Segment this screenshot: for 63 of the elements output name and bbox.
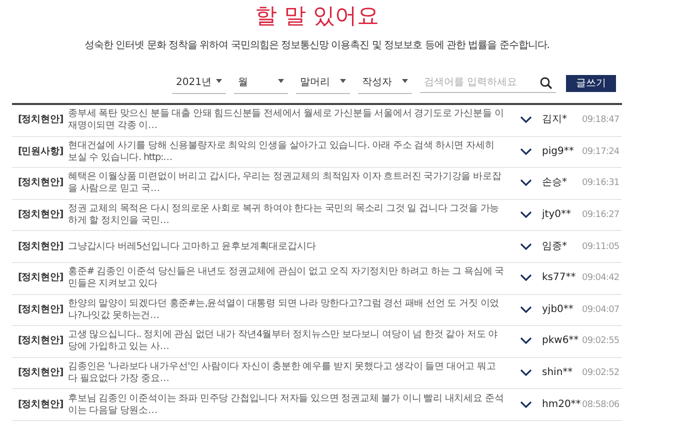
post-time: 09:04:42 — [582, 272, 620, 284]
filter-dropdown[interactable]: 월 — [234, 75, 288, 94]
post-time: 09:16:27 — [582, 209, 620, 222]
caret-down-icon — [216, 79, 222, 84]
filter-dropdown[interactable]: 작성자 — [358, 75, 412, 94]
search-field[interactable]: 검색어를 입력하세요 — [420, 75, 556, 93]
category-label: [정치현안] — [18, 272, 64, 284]
category-label: [정치현안] — [18, 209, 64, 222]
chevron-down-icon[interactable] — [520, 242, 532, 251]
author-name: yjb0** — [542, 304, 574, 316]
write-button[interactable]: 글쓰기 — [566, 75, 616, 92]
category-label: [민원사항] — [18, 146, 64, 158]
post-title-link[interactable]: 그냥갑시다 버레5선입니다 고마하고 윤후보계획대로갑시다 — [68, 240, 520, 253]
chevron-down-icon[interactable] — [520, 179, 532, 188]
notice-text: 성숙한 인터넷 문화 정착을 위하여 국민의힘은 정보통신망 이용촉진 및 정보보호 등에 관한 법률을 준수합니다. — [84, 40, 550, 51]
category-label: [정치현안] — [18, 114, 64, 126]
filter-dropdown[interactable]: 2021년 — [172, 75, 226, 94]
post-time: 09:18:47 — [582, 114, 620, 126]
author-name: pkw6** — [542, 335, 580, 348]
post-time: 09:02:52 — [582, 367, 620, 380]
post-time: 08:58:06 — [582, 398, 620, 411]
post-title-link[interactable]: 정권 교체의 목적은 다시 정의로운 사회로 복귀 하여야 한다는 국민의 목소리 그것 일 겁니다 그것을 가능 하게 할 정치인을 국민… — [68, 203, 520, 228]
author-name: 손승* — [542, 177, 568, 190]
chevron-down-icon[interactable] — [520, 116, 532, 124]
filter-dropdown[interactable]: 말머리 — [296, 75, 350, 94]
post-time: 09:02:55 — [582, 335, 620, 348]
post-title-link[interactable]: 혜택은 이월상품 미련없이 버리고 갑시다, 우리는 정권교체의 최적임자 이자 흐트러진 국가기강을 바로잡을 사람으로 믿고 국… — [68, 171, 520, 196]
caret-down-icon — [278, 79, 284, 84]
category-label: [정치현안] — [18, 335, 64, 348]
author-name: pig9** — [542, 146, 575, 158]
author-name: jty0** — [542, 209, 572, 222]
post-time: 09:04:07 — [582, 304, 620, 316]
category-label: [정치현안] — [18, 177, 64, 190]
search-icon[interactable] — [540, 76, 552, 88]
category-label: [정치현안] — [18, 304, 64, 316]
post-title-link[interactable]: 홍준# 김종인 이준석 당신들은 내년도 정권교체에 관심이 없고 오직 자기정치만 하려고 하는 그 욕심에 국민들은 지켜보고 있다 — [68, 266, 520, 290]
post-title-link[interactable]: 종부세 폭탄 맞으신 분들 대출 안돼 힘드신분들 전세에서 월세로 가신분들 서울에서 경기도로 가신분들 이재명이되면 각종 이… — [68, 108, 520, 132]
chevron-down-icon[interactable] — [520, 400, 532, 409]
chevron-down-icon[interactable] — [520, 369, 532, 378]
post-time: 09:16:31 — [582, 177, 620, 190]
post-title-link[interactable]: 김종인은 '나라보다 내가우선'인 사람이다 자신이 충분한 예우를 받지 못했다고 생각이 들면 대어고 뭐고 다 필요없다 가장 중요… — [68, 361, 520, 386]
chevron-down-icon[interactable] — [520, 306, 532, 314]
category-label: [정치현안] — [18, 240, 64, 253]
caret-down-icon — [340, 79, 346, 84]
chevron-down-icon[interactable] — [520, 148, 532, 156]
post-title-link[interactable]: 한양의 말양이 되겠다던 홍준#는,윤석열이 대통령 되면 나라 망한다고?그럼 경선 패배 선언 도 거짓 이었나?나잇값 못하는건… — [68, 298, 520, 322]
author-name: hm20** — [542, 398, 582, 411]
post-title-link[interactable]: 고생 많으십니다.. 정치에 관심 없던 내가 작년4월부터 정치뉴스만 보다보니 여당이 넘 한것 같아 저도 야당에 가입하고 있는 사… — [68, 329, 520, 354]
chevron-down-icon[interactable] — [520, 337, 532, 346]
caret-down-icon — [402, 79, 408, 84]
author-name: 김지* — [542, 114, 568, 126]
page-title: 할 말 있어요 — [254, 3, 380, 30]
post-time: 09:11:05 — [582, 240, 620, 253]
category-label: [정치현안] — [18, 398, 64, 411]
author-name: ks77** — [542, 272, 577, 284]
author-name: shin** — [542, 367, 574, 380]
chevron-down-icon[interactable] — [520, 274, 532, 282]
post-title-link[interactable]: 현대건설에 사기를 당해 신용불량자로 최악의 인생을 살아가고 있습니다. 아래 주소 검색 하시면 자세히 보실 수 있습니다. http:… — [68, 140, 520, 164]
post-time: 09:17:24 — [582, 146, 620, 158]
author-name: 임종* — [542, 240, 568, 253]
post-title-link[interactable]: 후보님 김종인 이준석이는 좌파 민주당 간첩입니다 저자들 있으면 정권교체 불가 이니 빨리 내치세요 준석이는 다음달 당원소… — [68, 392, 520, 417]
category-label: [정치현안] — [18, 367, 64, 380]
chevron-down-icon[interactable] — [520, 211, 532, 220]
